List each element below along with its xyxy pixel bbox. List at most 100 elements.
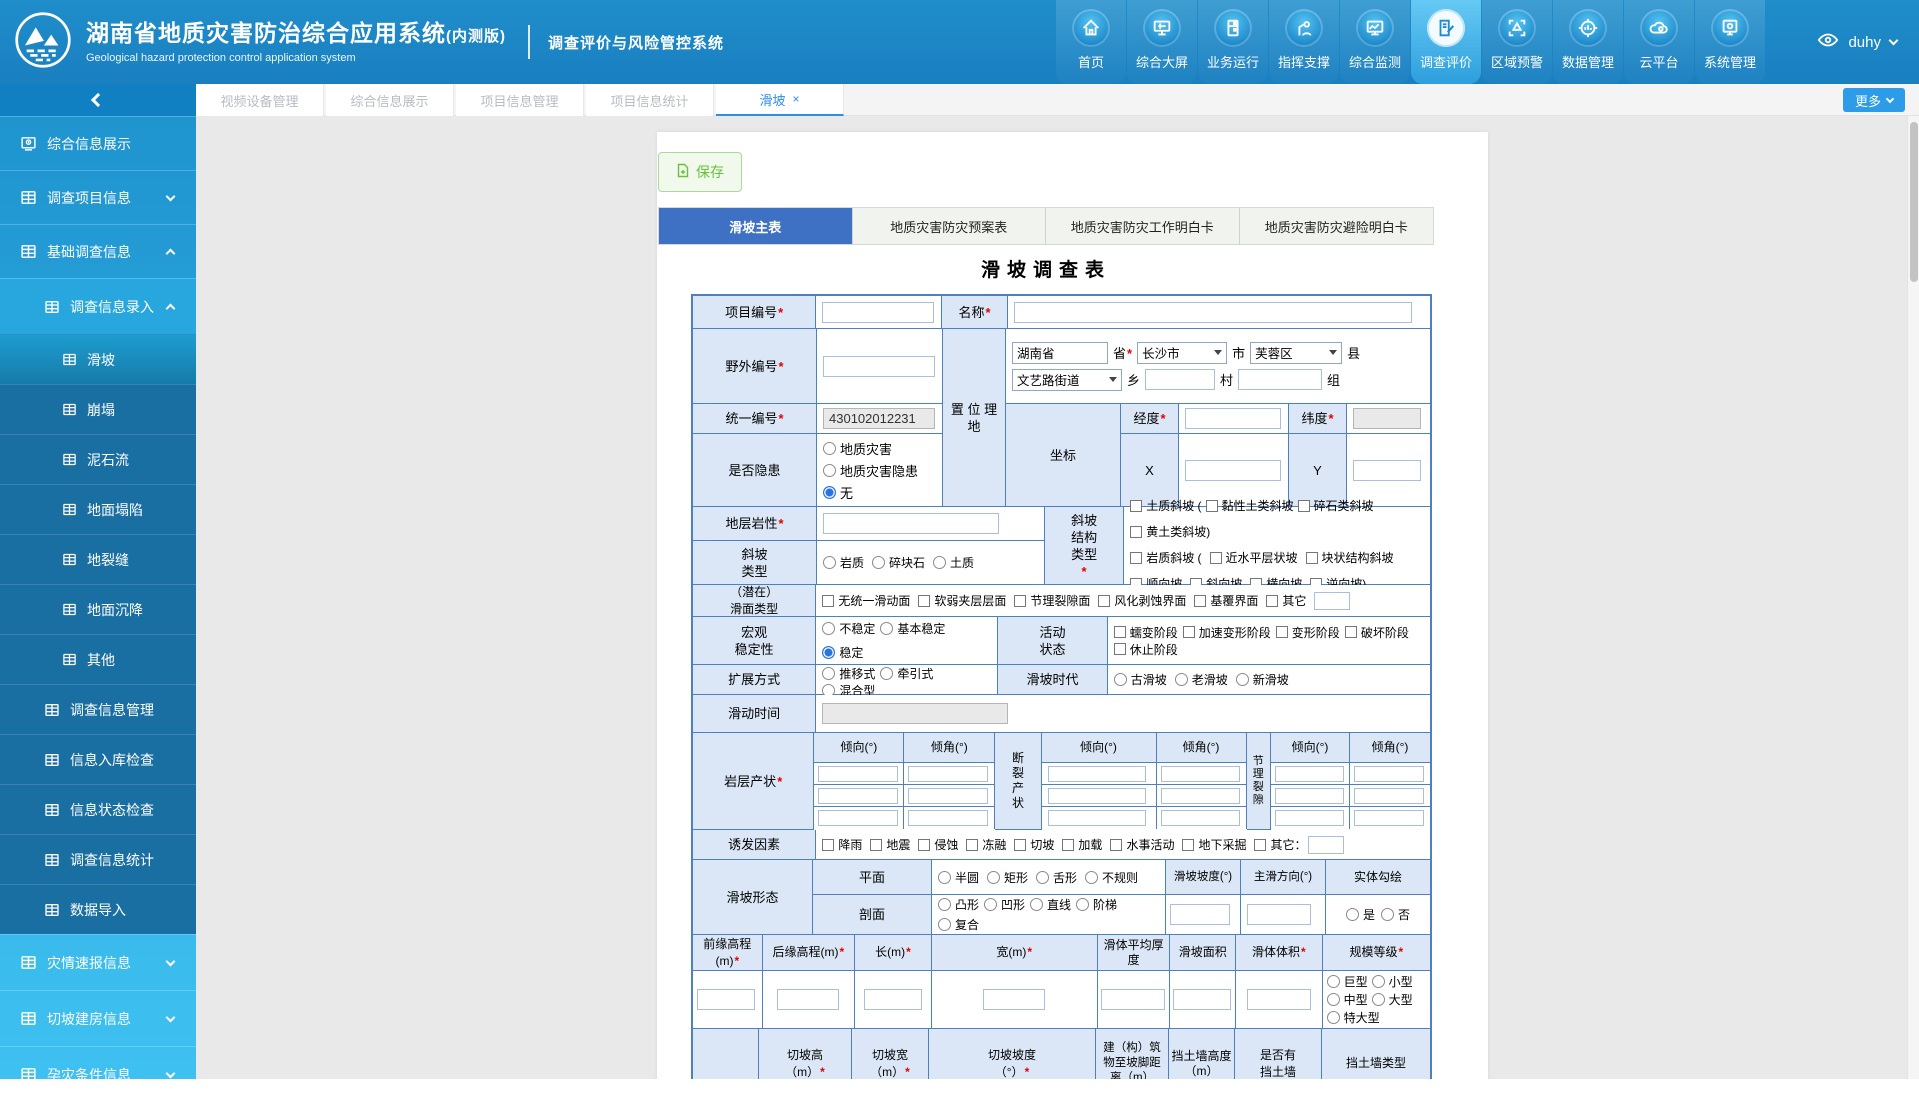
checkbox-option[interactable]: 降雨 <box>822 836 862 853</box>
fault-dip-input[interactable] <box>1048 810 1146 826</box>
form-tab-avoidance-card[interactable]: 地质灾害防灾避险明白卡 <box>1240 208 1434 244</box>
checkbox-option[interactable]: 加速变形阶段 <box>1183 624 1271 641</box>
sidebar-item-data-import[interactable]: 数据导入 <box>0 884 196 934</box>
bedding-dip-input[interactable] <box>818 766 898 782</box>
joint-angle-input[interactable] <box>1354 766 1424 782</box>
radio-option[interactable]: 矩形 <box>987 869 1028 886</box>
radio-option[interactable]: 岩质 <box>823 554 864 571</box>
sidebar-item-survey-info-statistics[interactable]: 调查信息统计 <box>0 834 196 884</box>
sidebar-item-landslide[interactable]: 滑坡 <box>0 334 196 384</box>
radio-option[interactable]: 是 <box>1346 906 1375 923</box>
village-input[interactable] <box>1145 369 1215 390</box>
sidebar-item-slope-cut-housing-info[interactable]: 切坡建房信息 <box>0 990 196 1046</box>
radio-option[interactable]: 小型 <box>1372 973 1413 990</box>
fault-dip-input[interactable] <box>1048 766 1146 782</box>
province-select[interactable]: 湖南省 <box>1012 342 1108 364</box>
vertical-scrollbar[interactable] <box>1907 116 1919 1079</box>
nav-command-support[interactable]: 指挥支撑 <box>1269 0 1339 84</box>
width-input[interactable] <box>983 989 1045 1010</box>
lithology-input[interactable] <box>823 513 999 534</box>
nav-business-run[interactable]: 业务运行 <box>1198 0 1268 84</box>
radio-option[interactable]: 特大型 <box>1327 1009 1380 1026</box>
tab-project-info-statistics[interactable]: 项目信息统计 <box>586 84 714 116</box>
joint-angle-input[interactable] <box>1354 810 1424 826</box>
county-select[interactable]: 芙蓉区 <box>1250 342 1342 364</box>
joint-dip-input[interactable] <box>1275 810 1344 826</box>
fault-angle-input[interactable] <box>1161 810 1240 826</box>
main-direction-input[interactable] <box>1247 904 1311 925</box>
radio-option[interactable]: 土质 <box>933 554 974 571</box>
tab-landslide[interactable]: 滑坡× <box>716 84 844 116</box>
nav-data-management[interactable]: 数据管理 <box>1553 0 1623 84</box>
group-input[interactable] <box>1238 369 1322 390</box>
radio-option[interactable]: 舌形 <box>1036 869 1077 886</box>
radio-option[interactable]: 不稳定 <box>822 620 875 637</box>
radio-option[interactable]: 老滑坡 <box>1175 671 1228 688</box>
checkbox-option[interactable]: 风化剥蚀界面 <box>1098 592 1186 609</box>
field-no-input[interactable] <box>823 356 935 377</box>
sidebar-item-info-storage-check[interactable]: 信息入库检查 <box>0 734 196 784</box>
hazard-option[interactable]: 地质灾害 <box>823 439 918 458</box>
fault-angle-input[interactable] <box>1161 766 1240 782</box>
bedding-dip-input[interactable] <box>818 788 898 804</box>
fault-dip-input[interactable] <box>1048 788 1146 804</box>
form-tab-landslide-main[interactable]: 滑坡主表 <box>659 208 853 244</box>
area-input[interactable] <box>1173 989 1231 1010</box>
checkbox-option[interactable]: 休止阶段 <box>1114 641 1178 658</box>
sidebar-item-collapse-hazard[interactable]: 崩塌 <box>0 384 196 434</box>
radio-option[interactable]: 中型 <box>1327 991 1368 1008</box>
slide-time-input[interactable] <box>822 703 1008 724</box>
radio-option[interactable]: 大型 <box>1372 991 1413 1008</box>
checkbox-option[interactable]: 地下采掘 <box>1182 836 1246 853</box>
sidebar-item-ground-collapse[interactable]: 地面塌陷 <box>0 484 196 534</box>
front-elev-input[interactable] <box>697 989 755 1010</box>
checkbox-option[interactable]: 无统一滑动面 <box>822 592 910 609</box>
radio-option[interactable]: 凹形 <box>984 896 1025 913</box>
sidebar-item-ground-subsidence[interactable]: 地面沉降 <box>0 584 196 634</box>
radio-option[interactable]: 新滑坡 <box>1236 671 1289 688</box>
tab-project-info-management[interactable]: 项目信息管理 <box>456 84 584 116</box>
joint-dip-input[interactable] <box>1275 788 1344 804</box>
nav-system-management[interactable]: 系统管理 <box>1695 0 1765 84</box>
checkbox-option[interactable]: 冻融 <box>966 836 1006 853</box>
latitude-input[interactable] <box>1353 408 1421 429</box>
fault-angle-input[interactable] <box>1161 788 1240 804</box>
tab-video-device-management[interactable]: 视频设备管理 <box>196 84 324 116</box>
nav-monitoring[interactable]: 综合监测 <box>1340 0 1410 84</box>
sidebar-item-survey-project-info[interactable]: 调查项目信息 <box>0 170 196 224</box>
rear-elev-input[interactable] <box>777 989 839 1010</box>
checkbox-option[interactable]: 水事活动 <box>1110 836 1174 853</box>
sidebar-item-basic-survey-info[interactable]: 基础调查信息 <box>0 224 196 278</box>
sidebar-item-survey-info-entry[interactable]: 调查信息录入 <box>0 278 196 334</box>
radio-option[interactable]: 推移式 <box>822 665 875 682</box>
checkbox-option[interactable]: 基覆界面 <box>1194 592 1258 609</box>
sidebar-item-ground-fissure[interactable]: 地裂缝 <box>0 534 196 584</box>
nav-home[interactable]: 首页 <box>1056 0 1126 84</box>
checkbox-option[interactable]: 黄土类斜坡) <box>1130 520 1210 544</box>
checkbox-option[interactable]: 近水平层状坡 <box>1210 546 1298 570</box>
volume-input[interactable] <box>1247 989 1311 1010</box>
hazard-option-selected[interactable]: 无 <box>823 483 918 502</box>
checkbox-option[interactable]: 软弱夹层层面 <box>918 592 1006 609</box>
sidebar-item-other[interactable]: 其他 <box>0 634 196 684</box>
checkbox-option[interactable]: 碎石类斜坡 <box>1298 494 1374 518</box>
nav-cloud-platform[interactable]: 云平台 <box>1624 0 1694 84</box>
checkbox-option[interactable]: 块状结构斜坡 <box>1306 546 1394 570</box>
radio-option[interactable]: 碎块石 <box>872 554 925 571</box>
radio-option-selected[interactable]: 稳定 <box>822 644 863 661</box>
sidebar-item-info-status-check[interactable]: 信息状态检查 <box>0 784 196 834</box>
radio-option[interactable]: 阶梯 <box>1076 896 1117 913</box>
user-menu[interactable]: duhy <box>1817 0 1897 84</box>
bedding-dip-input[interactable] <box>818 810 898 826</box>
sidebar-item-disaster-condition-info[interactable]: 孕灾条件信息 <box>0 1046 196 1102</box>
nav-region-warning[interactable]: 区域预警 <box>1482 0 1552 84</box>
radio-option[interactable]: 直线 <box>1030 896 1071 913</box>
sidebar-item-survey-info-management[interactable]: 调查信息管理 <box>0 684 196 734</box>
slope-degree-input[interactable] <box>1170 904 1230 925</box>
sidebar-item-debris-flow[interactable]: 泥石流 <box>0 434 196 484</box>
radio-option[interactable]: 不规则 <box>1085 869 1138 886</box>
slip-surface-other-input[interactable] <box>1314 592 1350 610</box>
sidebar-collapse-button[interactable] <box>0 84 196 116</box>
radio-option[interactable]: 否 <box>1381 906 1410 923</box>
nav-big-screen[interactable]: 综合大屏 <box>1127 0 1197 84</box>
